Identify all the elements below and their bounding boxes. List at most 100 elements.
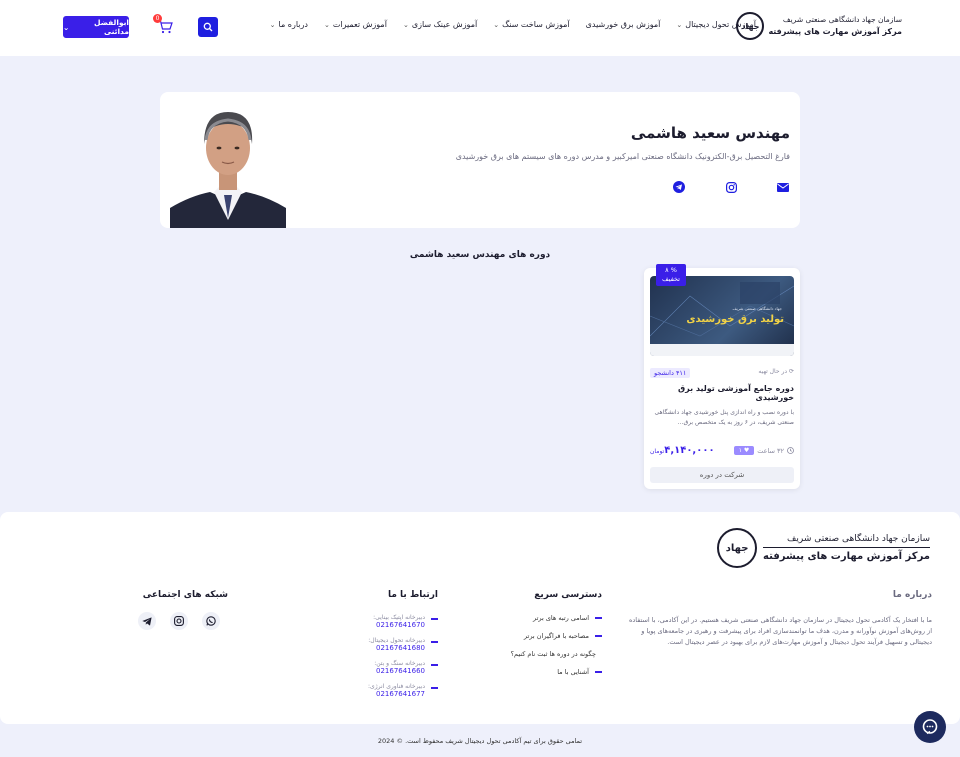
telegram-icon[interactable]	[138, 612, 156, 630]
enroll-button[interactable]: شرکت در دوره	[650, 467, 794, 483]
footer-logo[interactable]: سازمان جهاد دانشگاهی صنعتی شریف مرکز آمو…	[717, 528, 930, 568]
instagram-icon[interactable]	[170, 612, 188, 630]
contact-item: دبیرخانه تحول دیجیتال: 02167641680	[338, 637, 438, 652]
course-thumbnail[interactable]: جهاد دانشگاهی صنعتی شریف تولید برق خورشی…	[650, 276, 794, 356]
nav-item-about[interactable]: درباره ما ⌄	[270, 20, 308, 29]
chevron-down-icon: ⌄	[269, 20, 276, 29]
footer-about: درباره ما ما با افتخار یک آکادمی تحول دی…	[624, 590, 932, 648]
likes-badge[interactable]: ♥ ۱	[733, 446, 755, 455]
quick-link[interactable]: آشنایی با ما	[512, 668, 602, 676]
user-name: ابوالفضل مدائنی	[94, 18, 129, 36]
contact-phone[interactable]: 02167641680	[368, 644, 425, 652]
course-title[interactable]: دوره جامع آموزشی تولید برق خورشیدی	[644, 384, 794, 402]
footer-logo-line1: سازمان جهاد دانشگاهی صنعتی شریف	[763, 534, 930, 548]
logo-line2: مرکز آموزش مهارت های پیشرفته	[768, 27, 902, 36]
course-description: با دوره نصب و راه اندازی پنل خورشیدی جها…	[654, 409, 794, 426]
contact-label: دبیرخانه سنگ و بتن:	[374, 660, 425, 667]
footer-contact: ارتباط با ما دبیرخانه اپتیک بینایی: 02167…	[338, 590, 438, 706]
thumb-bar	[650, 344, 794, 356]
logo-text: سازمان جهاد دانشگاهی صنعتی شریف مرکز آمو…	[768, 14, 902, 38]
nav-item-solar[interactable]: آموزش برق خورشیدی	[586, 20, 661, 29]
nav-item-digital[interactable]: آموزش تحول دیجیتال ⌄	[676, 20, 756, 29]
contact-title: ارتباط با ما	[387, 590, 438, 600]
students-badge: ۴۱۱ دانشجو	[650, 368, 691, 378]
cart-button[interactable]: 0	[153, 14, 175, 36]
search-icon	[203, 22, 213, 32]
nav-label: آموزش ساخت سنگ	[502, 20, 570, 29]
quick-link-text: چگونه در دوره ها ثبت نام کنیم؟	[510, 650, 596, 658]
chat-widget-button[interactable]	[914, 711, 946, 743]
clock-icon	[787, 447, 794, 454]
logo-line1: سازمان جهاد دانشگاهی صنعتی شریف	[782, 15, 902, 24]
nav-label: درباره ما	[278, 20, 308, 29]
price-currency: تومان	[650, 448, 665, 455]
discount-badge: % ۸ تخفیف	[656, 264, 686, 286]
status-icon: ⟳	[787, 368, 794, 375]
footer-social: شبکه های اجتماعی	[138, 590, 228, 630]
quick-link-text: مصاحبه با فراگیران برتر	[523, 632, 589, 640]
dash-icon	[431, 618, 438, 620]
main-nav: آموزش تحول دیجیتال ⌄ آموزش برق خورشیدی آم…	[270, 20, 756, 29]
discount-label: تخفیف	[662, 275, 680, 283]
chevron-down-icon: ⌄	[63, 22, 70, 32]
chat-icon	[922, 719, 938, 735]
course-meta: ⟳ در حال تهیه ۴۱۱ دانشجو	[650, 368, 794, 378]
quick-link-text: اسامی رتبه های برتر	[532, 614, 589, 622]
nav-item-repair[interactable]: آموزش تعمیرات ⌄	[324, 20, 387, 29]
instructor-name: مهندس سعید هاشمی	[630, 124, 790, 142]
nav-label: آموزش برق خورشیدی	[585, 20, 661, 29]
search-button[interactable]	[198, 17, 218, 37]
contact-phone[interactable]: 02167641677	[368, 690, 425, 698]
quick-link-text: آشنایی با ما	[557, 668, 589, 676]
instructor-socials	[672, 180, 790, 194]
contact-item: دبیرخانه اپتیک بینایی: 02167641670	[338, 614, 438, 629]
course-card[interactable]: جهاد دانشگاهی صنعتی شریف تولید برق خورشی…	[644, 264, 800, 489]
user-menu-button[interactable]: ابوالفضل مدائنی ⌄	[63, 16, 129, 38]
hours-text: ۳۲ ساعت	[757, 446, 784, 455]
instagram-icon[interactable]	[724, 180, 738, 194]
nav-item-stone[interactable]: آموزش ساخت سنگ ⌄	[493, 20, 569, 29]
instructor-avatar	[170, 100, 286, 228]
contact-label: دبیرخانه فناوری انرژی:	[368, 683, 425, 690]
dash-icon	[595, 671, 602, 673]
discount-value: % ۸	[665, 266, 677, 274]
nav-item-optics[interactable]: آموزش عینک سازی ⌄	[403, 20, 477, 29]
contact-phone[interactable]: 02167641660	[374, 667, 425, 675]
course-footer: ۳۲ ساعت ♥ ۱ ۴,۱۴۰,۰۰۰تومان	[650, 445, 794, 456]
course-hours: ۳۲ ساعت ♥ ۱	[733, 446, 794, 455]
site-header: سازمان جهاد دانشگاهی صنعتی شریف مرکز آمو…	[0, 0, 960, 56]
contact-label: دبیرخانه اپتیک بینایی:	[373, 614, 425, 621]
dash-icon	[595, 635, 602, 637]
chevron-down-icon: ⌄	[323, 20, 330, 29]
whatsapp-icon[interactable]	[202, 612, 220, 630]
nav-label: آموزش تحول دیجیتال	[685, 20, 756, 29]
chevron-down-icon: ⌄	[493, 20, 500, 29]
nav-label: آموزش تعمیرات	[332, 20, 387, 29]
site-logo[interactable]: سازمان جهاد دانشگاهی صنعتی شریف مرکز آمو…	[736, 12, 902, 40]
quick-title: دسترسی سریع	[534, 590, 602, 600]
email-icon[interactable]	[776, 180, 790, 194]
copyright-text: تمامی حقوق برای تیم آکادمی تحول دیجیتال …	[377, 737, 583, 745]
footer-logo-text: سازمان جهاد دانشگاهی صنعتی شریف مرکز آمو…	[763, 534, 930, 562]
instructor-profile-card: مهندس سعید هاشمی فارغ التحصیل برق-الکترو…	[160, 92, 800, 228]
quick-link[interactable]: اسامی رتبه های برتر	[512, 614, 602, 622]
contact-phone[interactable]: 02167641670	[373, 621, 425, 629]
course-status: ⟳ در حال تهیه	[758, 368, 794, 378]
footer-seal-icon: جهاد	[717, 528, 758, 568]
footer-quick-links: دسترسی سریع اسامی رتبه های برتر مصاحبه ب…	[510, 590, 602, 686]
nav-label: آموزش عینک سازی	[411, 20, 478, 29]
dash-icon	[431, 641, 438, 643]
telegram-icon[interactable]	[672, 180, 686, 194]
quick-link[interactable]: مصاحبه با فراگیران برتر	[512, 632, 602, 640]
course-status-text: در حال تهیه	[758, 368, 788, 375]
heart-icon: ♥	[741, 447, 750, 454]
social-title: شبکه های اجتماعی	[142, 590, 228, 600]
site-footer: سازمان جهاد دانشگاهی صنعتی شریف مرکز آمو…	[0, 512, 960, 724]
quick-link[interactable]: چگونه در دوره ها ثبت نام کنیم؟	[510, 650, 602, 658]
dash-icon	[431, 664, 438, 666]
chevron-down-icon: ⌄	[676, 20, 683, 29]
thumb-subtitle: جهاد دانشگاهی صنعتی شریف	[732, 306, 782, 311]
course-price: ۴,۱۴۰,۰۰۰تومان	[650, 445, 715, 456]
dash-icon	[431, 687, 438, 689]
contact-label: دبیرخانه تحول دیجیتال:	[368, 637, 425, 644]
